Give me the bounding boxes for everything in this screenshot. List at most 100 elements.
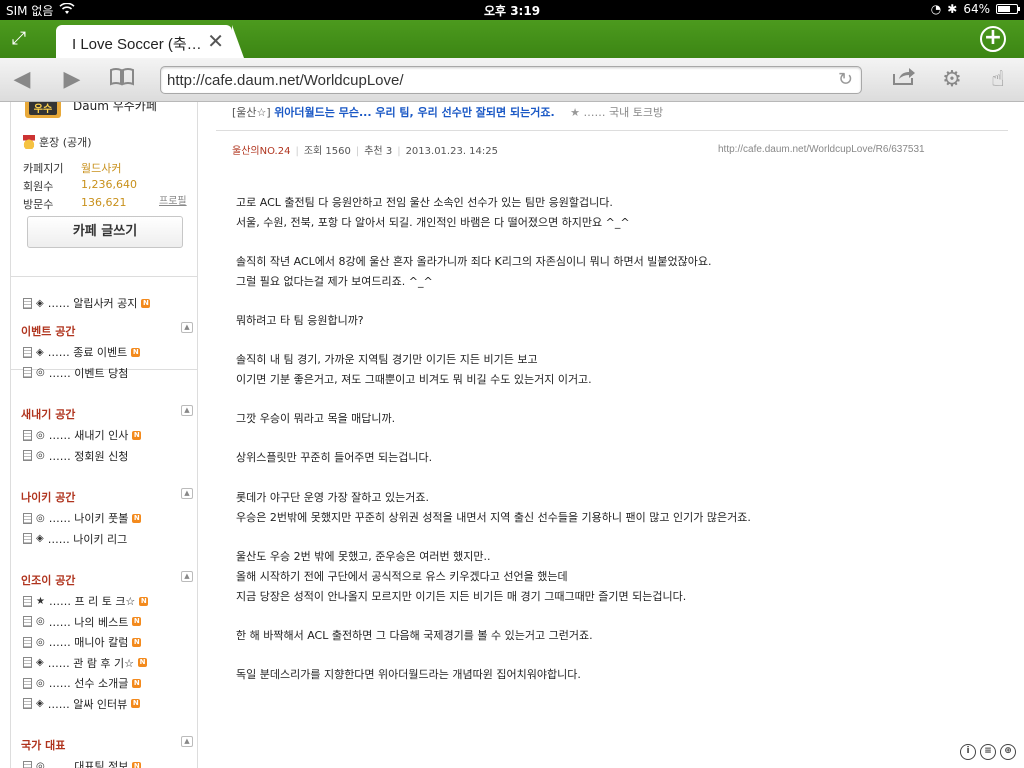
menu-item[interactable]: ◎…… 정회원 신청 (23, 448, 128, 464)
menu-item[interactable]: ◈…… 나이키 리그 (23, 531, 127, 547)
menu-symbol: ◎ (36, 367, 45, 378)
new-badge: N (132, 617, 142, 626)
body-line: 서울, 수원, 전북, 포항 다 알아서 되길. 개인적인 바램은 다 떨어졌으… (236, 216, 630, 229)
new-badge: N (132, 761, 142, 768)
document-icon (23, 346, 32, 358)
menu-item[interactable]: ◎…… 나이키 풋볼 N (23, 510, 142, 526)
recommend-count: 추천 3 (364, 146, 393, 157)
menu-item[interactable]: ◎…… 나의 베스트 N (23, 614, 142, 630)
menu-symbol: ◎ (36, 636, 45, 648)
menu-symbol: ◎ (36, 760, 45, 768)
new-badge: N (132, 430, 142, 440)
body-line: 올해 시작하기 전에 구단에서 공식적으로 유스 키우겠다고 선언을 했는데 (236, 570, 568, 583)
new-badge: N (138, 658, 148, 667)
collapse-icon[interactable]: ▲ (181, 736, 193, 747)
collapse-icon[interactable]: ▲ (181, 322, 193, 333)
document-icon (23, 677, 32, 689)
info-icon[interactable]: i (960, 744, 976, 760)
body-line: 그깟 우승이 뭐라고 목을 매답니까. (236, 412, 396, 425)
info-visits: 방문수 136,621 (23, 196, 127, 211)
info-owner: 카페지기 월드사커 (23, 162, 122, 175)
document-icon (23, 297, 32, 309)
profile-link[interactable]: 프로필 (159, 192, 187, 207)
menu-symbol: ◎ (36, 616, 45, 627)
menu-item[interactable]: ◎…… 선수 소개글 N (23, 675, 142, 691)
manager-medal: 훈장 (공개) (23, 134, 92, 150)
menu-item[interactable]: ◈…… 종료 이벤트 N (23, 344, 141, 360)
menu-item[interactable]: ★…… 프 리 토 크☆ N (23, 593, 149, 609)
menu-label: …… 프 리 토 크☆ (48, 595, 136, 608)
menu-label: …… 매니아 칼럼 (48, 636, 129, 649)
document-icon (23, 595, 32, 607)
share-icon[interactable] (890, 66, 918, 94)
body-line: 그럴 필요 없다는걸 제가 보여드리죠. ^_^ (236, 275, 433, 288)
menu-item[interactable]: ◎…… 매니아 칼럼 N (23, 634, 142, 650)
menu-symbol: ◎ (36, 677, 45, 689)
close-icon[interactable]: ✕ (207, 29, 224, 53)
gear-icon[interactable]: ⚙ (938, 66, 966, 94)
post-header: [울산☆] 위아더월드는 무슨... 우리 팀, 우리 선수만 잘되면 되는거죠… (232, 104, 663, 120)
collapse-icon[interactable]: ▲ (181, 488, 193, 499)
menu-section-title[interactable]: 국가 대표 (21, 737, 65, 753)
menu-label: …… 나이키 풋볼 (48, 512, 129, 525)
hand-pointer-icon[interactable]: ☝ (984, 66, 1012, 94)
document-icon (23, 760, 32, 768)
body-line: 지금 당장은 성적이 안나올지 모르지만 이기든 지든 비기든 매 경기 그때그… (236, 590, 687, 603)
new-badge: N (132, 637, 142, 647)
post-meta: 울산의NO.24 | 조회 1560 | 추천 3 | 2013.01.23. 14:25 (232, 146, 498, 157)
collapse-icon[interactable]: ▲ (181, 405, 193, 416)
menu-item[interactable]: ◎…… 새내기 인사 N (23, 427, 142, 443)
new-badge: N (131, 699, 141, 708)
body-line: 솔직히 내 팀 경기, 가까운 지역팀 경기만 이기든 지든 비기든 보고 (236, 353, 538, 366)
clock: 오후 3:19 (483, 4, 541, 18)
post-title-link[interactable]: 위아더월드는 무슨... 우리 팀, 우리 선수만 잘되면 되는거죠. (274, 106, 554, 119)
new-badge: N (132, 513, 142, 523)
board-link[interactable]: …… 국내 토크방 (584, 106, 664, 119)
menu-item[interactable]: ◈…… 알싸 인터뷰 N (23, 696, 141, 712)
menu-symbol: ◎ (36, 512, 45, 524)
body-line: 고로 ACL 출전팀 다 응원안하고 전임 울산 소속인 선수가 있는 팀만 응… (236, 196, 613, 209)
add-icon[interactable]: ⊕ (1000, 744, 1016, 760)
menu-icon[interactable]: ≡ (980, 744, 996, 760)
body-line: 상위스플릿만 꾸준히 들어주면 되는겁니다. (236, 451, 433, 464)
author-link[interactable]: 울산의NO.24 (232, 146, 290, 157)
menu-label: …… 관 람 후 기☆ (47, 656, 135, 670)
menu-label: …… 정회원 신청 (48, 449, 129, 463)
bookmarks-book-icon[interactable] (108, 66, 136, 94)
new-badge: N (132, 678, 142, 688)
plus-circle-icon[interactable]: + (980, 26, 1006, 52)
menu-item[interactable]: ◈…… 관 람 후 기☆ N (23, 655, 148, 671)
info-members: 회원수 1,236,640 (23, 178, 137, 193)
body-line: 솔직히 작년 ACL에서 8강에 울산 혼자 올라가니까 죄다 K리그의 자존심… (236, 255, 712, 268)
tab-title: I Love Soccer (축… (72, 36, 202, 53)
menu-section-title[interactable]: 새내기 공간 (21, 406, 75, 422)
forward-arrow-icon[interactable]: ▶ (58, 66, 86, 94)
tab-bar: ⤢ I Love Soccer (축… ✕ + (0, 20, 1024, 58)
excellent-cafe-badge: 우수 (25, 102, 61, 118)
menu-item[interactable]: ◎…… 이벤트 당첨 (23, 365, 128, 381)
write-post-button[interactable]: 카페 글쓰기 (27, 216, 183, 248)
menu-section-title[interactable]: 이벤트 공간 (21, 323, 75, 339)
back-arrow-icon[interactable]: ◀ (8, 66, 36, 94)
menu-label: …… 알싸 인터뷰 (47, 697, 128, 711)
permalink[interactable]: http://cafe.daum.net/WorldcupLove/R6/637… (718, 144, 925, 155)
body-line: 한 해 바짝해서 ACL 출전하면 그 다음해 국제경기를 볼 수 있는거고 그… (236, 629, 593, 642)
document-icon (23, 636, 32, 648)
collapse-icon[interactable]: ▲ (181, 571, 193, 582)
menu-item[interactable]: ◈ …… 알립사커 공지 N (23, 295, 151, 311)
reload-icon[interactable]: ↻ (838, 69, 853, 90)
post-category: [울산☆] (232, 106, 271, 119)
menu-section-title[interactable]: 나이키 공간 (21, 489, 75, 505)
document-icon (23, 533, 32, 544)
address-bar[interactable]: http://cafe.daum.net/WorldcupLove/ ↻ (160, 66, 862, 94)
expand-icon[interactable]: ⤢ (6, 28, 32, 50)
body-line: 울산도 우승 2번 밖에 못했고, 준우승은 여러번 했지만.. (236, 550, 491, 563)
body-line: 이기면 기분 좋은거고, 져도 그때뿐이고 비겨도 뭐 비길 수도 있는거지 이… (236, 373, 592, 386)
menu-section-title[interactable]: 인조이 공간 (21, 572, 75, 588)
new-badge: N (139, 596, 149, 606)
browser-tab[interactable]: I Love Soccer (축… ✕ (56, 25, 244, 58)
cafe-sidebar: 우수 Daum 우수카페 훈장 (공개) 카페지기 월드사커 회원수 1,236,6… (0, 102, 210, 768)
bluetooth-icon: ✱ (947, 2, 958, 16)
menu-item[interactable]: ◎…… 대표팀 정보 N (23, 758, 142, 768)
menu-symbol: ◈ (36, 533, 44, 544)
